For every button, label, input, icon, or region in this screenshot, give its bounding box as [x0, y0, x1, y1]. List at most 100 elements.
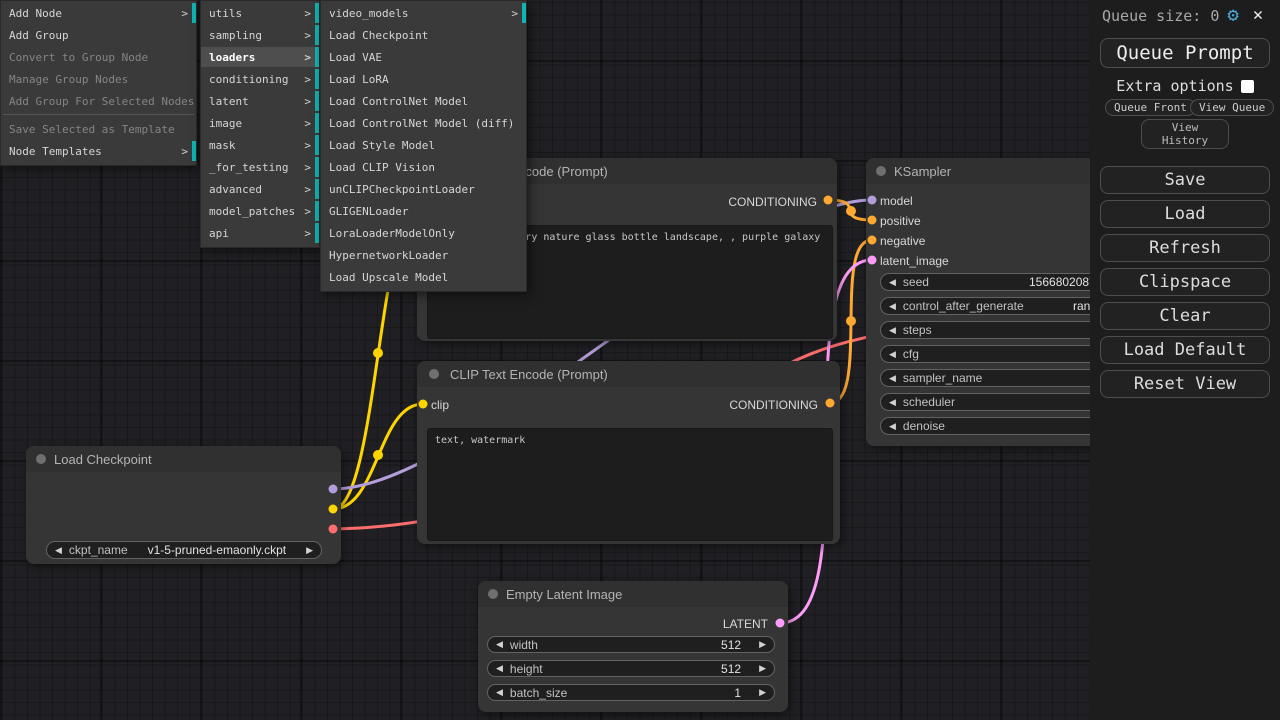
widget-left-arrow-icon[interactable]: ◀ [889, 397, 896, 408]
widget-left-arrow-icon[interactable]: ◀ [496, 687, 503, 698]
menu-item-video-models[interactable]: video_models > [321, 3, 526, 23]
widget-label: control_after_generate [903, 299, 1024, 313]
widget-label: denoise [903, 419, 945, 433]
widget-left-arrow-icon[interactable]: ◀ [55, 545, 62, 556]
menu-item-add-group[interactable]: Add Group [1, 25, 196, 45]
widget-label: batch_size [510, 686, 567, 700]
collapse-dot-icon[interactable] [429, 369, 439, 379]
menu-item-loaders[interactable]: loaders > [201, 47, 319, 67]
load-default-button[interactable]: Load Default [1100, 336, 1270, 364]
menu-item-node-templates[interactable]: Node Templates > [1, 141, 196, 161]
widget-right-arrow-icon[interactable]: ▶ [759, 639, 766, 650]
width-widget[interactable]: ◀ width 512 ▶ [487, 636, 775, 653]
menu-item-load-upscale-model[interactable]: Load Upscale Model [321, 267, 526, 287]
context-menu: Add Node > Add Group Convert to Group No… [0, 0, 197, 166]
menu-item-for-testing[interactable]: _for_testing > [201, 157, 319, 177]
menu-item-gligen-loader[interactable]: GLIGENLoader [321, 201, 526, 221]
view-queue-button[interactable]: View Queue [1190, 99, 1274, 116]
height-widget[interactable]: ◀ height 512 ▶ [487, 660, 775, 677]
batch-size-widget[interactable]: ◀ batch_size 1 ▶ [487, 684, 775, 701]
clipspace-button[interactable]: Clipspace [1100, 268, 1270, 296]
widget-left-arrow-icon[interactable]: ◀ [889, 373, 896, 384]
menu-item-load-lora[interactable]: Load LoRA [321, 69, 526, 89]
input-positive-label: positive [880, 214, 921, 228]
widget-left-arrow-icon[interactable]: ◀ [496, 663, 503, 674]
widget-right-arrow-icon[interactable]: ▶ [759, 663, 766, 674]
settings-gear-icon[interactable]: ⚙ [1227, 6, 1238, 25]
save-button[interactable]: Save [1100, 166, 1270, 194]
widget-label: seed [903, 275, 929, 289]
prompt-textarea[interactable]: text, watermark [427, 428, 833, 541]
view-history-button[interactable]: View History [1141, 119, 1229, 149]
submenu-arrow-icon: > [304, 117, 311, 130]
widget-right-arrow-icon[interactable]: ▶ [759, 687, 766, 698]
load-button[interactable]: Load [1100, 200, 1270, 228]
menu-item-load-controlnet-model[interactable]: Load ControlNet Model [321, 91, 526, 111]
node-title: Load Checkpoint [54, 452, 152, 467]
menu-item-hypernetwork-loader[interactable]: HypernetworkLoader [321, 245, 526, 265]
menu-item-mask[interactable]: mask > [201, 135, 319, 155]
menu-item-convert-to-group-node[interactable]: Convert to Group Node [1, 47, 196, 67]
category-menu: utils > sampling > loaders > conditionin… [200, 0, 320, 248]
collapse-dot-icon[interactable] [36, 454, 46, 464]
menu-separator [3, 114, 194, 115]
output-conditioning-label: CONDITIONING [729, 398, 818, 412]
menu-item-lora-loader-model-only[interactable]: LoraLoaderModelOnly [321, 223, 526, 243]
widget-label: height [510, 662, 543, 676]
node-titlebar[interactable]: Load Checkpoint [26, 446, 341, 472]
menu-item-model-patches[interactable]: model_patches > [201, 201, 319, 221]
node-empty-latent-image[interactable]: Empty Latent Image LATENT ◀ width 512 ▶ … [478, 581, 788, 712]
submenu-arrow-icon: > [304, 183, 311, 196]
close-icon[interactable]: ✕ [1253, 7, 1263, 24]
extra-options-label: Extra options [1116, 77, 1233, 95]
menu-item-advanced[interactable]: advanced > [201, 179, 319, 199]
widget-left-arrow-icon[interactable]: ◀ [496, 639, 503, 650]
menu-item-load-clip-vision[interactable]: Load CLIP Vision [321, 157, 526, 177]
queue-sidebar: Queue size: 0 ⚙ ✕ Queue Prompt Extra opt… [1090, 0, 1280, 720]
queue-front-button[interactable]: Queue Front [1105, 99, 1196, 116]
widget-label: cfg [903, 347, 919, 361]
menu-item-save-selected-template[interactable]: Save Selected as Template [1, 119, 196, 139]
menu-item-load-style-model[interactable]: Load Style Model [321, 135, 526, 155]
widget-left-arrow-icon[interactable]: ◀ [889, 301, 896, 312]
menu-item-unclip-checkpoint-loader[interactable]: unCLIPCheckpointLoader [321, 179, 526, 199]
link-center-dot [846, 316, 856, 326]
menu-item-load-vae[interactable]: Load VAE [321, 47, 526, 67]
widget-left-arrow-icon[interactable]: ◀ [889, 325, 896, 336]
refresh-button[interactable]: Refresh [1100, 234, 1270, 262]
menu-item-image[interactable]: image > [201, 113, 319, 133]
widget-left-arrow-icon[interactable]: ◀ [889, 421, 896, 432]
menu-item-conditioning[interactable]: conditioning > [201, 69, 319, 89]
node-load-checkpoint[interactable]: Load Checkpoint MODEL CLIP VAE ◀ ckpt_na… [26, 446, 341, 564]
widget-label: steps [903, 323, 932, 337]
widget-value: v1-5-pruned-emaonly.ckpt [148, 543, 287, 557]
menu-item-load-checkpoint[interactable]: Load Checkpoint [321, 25, 526, 45]
submenu-arrow-icon: > [181, 7, 188, 20]
collapse-dot-icon[interactable] [876, 166, 886, 176]
node-title: CLIP Text Encode (Prompt) [450, 367, 608, 382]
reset-view-button[interactable]: Reset View [1100, 370, 1270, 398]
ckpt-name-widget[interactable]: ◀ ckpt_name v1-5-pruned-emaonly.ckpt ▶ [46, 541, 322, 559]
extra-options-checkbox[interactable] [1241, 80, 1254, 93]
collapse-dot-icon[interactable] [488, 589, 498, 599]
input-clip-label: clip [431, 398, 449, 412]
output-latent-label: LATENT [723, 617, 768, 631]
widget-right-arrow-icon[interactable]: ▶ [306, 545, 313, 556]
menu-item-utils[interactable]: utils > [201, 3, 319, 23]
node-clip-text-encode-negative[interactable]: CLIP Text Encode (Prompt) clip CONDITION… [417, 361, 840, 544]
menu-item-sampling[interactable]: sampling > [201, 25, 319, 45]
widget-left-arrow-icon[interactable]: ◀ [889, 349, 896, 360]
node-titlebar[interactable]: CLIP Text Encode (Prompt) [417, 361, 840, 387]
menu-item-add-node[interactable]: Add Node > [1, 3, 196, 23]
menu-item-load-controlnet-model-diff[interactable]: Load ControlNet Model (diff) [321, 113, 526, 133]
queue-prompt-button[interactable]: Queue Prompt [1100, 38, 1270, 68]
menu-item-latent[interactable]: latent > [201, 91, 319, 111]
loaders-menu: video_models > Load Checkpoint Load VAE … [320, 0, 527, 292]
menu-item-api[interactable]: api > [201, 223, 319, 243]
menu-item-manage-group-nodes[interactable]: Manage Group Nodes [1, 69, 196, 89]
widget-left-arrow-icon[interactable]: ◀ [889, 277, 896, 288]
clear-button[interactable]: Clear [1100, 302, 1270, 330]
widget-label: ckpt_name [69, 543, 128, 557]
node-titlebar[interactable]: Empty Latent Image [478, 581, 788, 607]
menu-item-add-group-for-selected[interactable]: Add Group For Selected Nodes [1, 91, 196, 111]
